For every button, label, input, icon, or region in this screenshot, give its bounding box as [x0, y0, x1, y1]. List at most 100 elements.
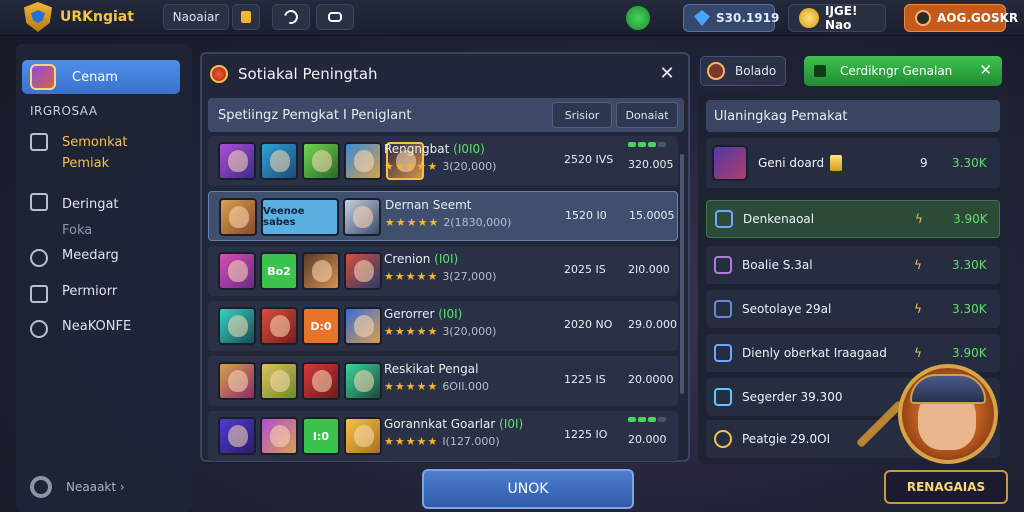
coin-icon [799, 8, 819, 28]
sort-button-1[interactable]: Srisior [552, 102, 612, 128]
team-name: Rengngbat (I0I0) [384, 142, 485, 156]
gem-icon [694, 10, 710, 26]
sidebar-item-2[interactable]: Deringat Foka [30, 192, 119, 244]
rewards-header: Ulaningkag Pemakat [706, 100, 1000, 132]
hero-portrait [344, 307, 382, 345]
hero-lineup: Veenoe sabes [219, 198, 381, 236]
rank-icon [915, 10, 931, 26]
bookmark-icon [241, 11, 251, 23]
team-rating: ★★★★★ 3(27,000) [384, 270, 497, 283]
sidebar-item-4[interactable]: Permiorr [30, 284, 117, 303]
reward-value: 3.30K [952, 302, 987, 316]
hero-portrait [344, 142, 382, 180]
search-icon [30, 320, 48, 338]
close-icon[interactable]: ✕ [656, 62, 678, 84]
sidebar-item-1[interactable]: Semonkat Pemiak [30, 132, 127, 174]
reward-row[interactable]: Denkenaoal ϟ 3.90K [706, 200, 1000, 238]
team-rating: ★★★★★ 3(20,000) [384, 325, 497, 338]
gold-counter[interactable]: IJGE! Nao [788, 4, 886, 32]
reward-icon [715, 210, 733, 228]
team-rating: ★★★★★ I(127.000) [384, 435, 500, 448]
hero-portrait [218, 417, 256, 455]
reward-icon [714, 256, 732, 274]
reward-value: 3.90K [953, 212, 988, 226]
team-row[interactable]: Veenoe sabes Dernan Seemt ★★★★★ 2(1830,00… [208, 191, 678, 241]
shield-logo-icon [24, 2, 52, 32]
sidebar-section-title: IRGROSAA [30, 104, 98, 118]
team-row[interactable]: I:0 Gorannkat Goarlar (I0I) ★★★★★ I(127.0… [208, 411, 678, 461]
reward-row[interactable]: Seotolaye 29al ϟ 3.30K [706, 290, 1000, 328]
badge-icon [210, 65, 228, 83]
settings-button[interactable] [272, 4, 310, 30]
hero-portrait [344, 252, 382, 290]
hero-portrait [344, 362, 382, 400]
gems-value: S30.1919 [716, 11, 780, 25]
reward-value: 3.30K [952, 156, 987, 170]
sort-button-2[interactable]: Donaiat [616, 102, 678, 128]
list-icon [30, 285, 48, 303]
team-row[interactable]: Rengngbat (I0I0) ★★★★★ 3(20,000) 2520 IVS… [208, 136, 678, 186]
sidebar-item-3[interactable]: Meedarg [30, 248, 119, 267]
reward-value: 3.30K [952, 258, 987, 272]
chat-button[interactable] [316, 4, 354, 30]
sidebar-item-sublabel: Foka [62, 223, 93, 238]
tab-bolado[interactable]: Bolado [700, 56, 786, 86]
reward-row[interactable]: Geni doard 9 3.30K [706, 138, 1000, 188]
team-rating: ★★★★★ 3(20,000) [384, 160, 497, 173]
monitor-icon [30, 193, 48, 211]
hero-lineup: I:0 [218, 417, 382, 455]
flag-icon [814, 65, 826, 77]
sidebar-footer-link[interactable]: Neaaakt › [30, 476, 125, 498]
tab-challenge[interactable]: Cerdikngr Genalan ✕ [804, 56, 1002, 86]
hero-portrait [219, 198, 257, 236]
sidebar-item-label: Deringat [62, 197, 119, 212]
sidebar-item-label: Cenam [72, 69, 118, 85]
sidebar-item-profile[interactable]: Cenam [22, 60, 180, 94]
hero-portrait [344, 417, 382, 455]
sidebar-item-sublabel: Pemiak [62, 156, 110, 171]
reward-row[interactable]: Boalie S.3al ϟ 3.30K [706, 246, 1000, 284]
hero-tag: I:0 [302, 417, 340, 455]
reward-icon [714, 344, 732, 362]
hero-portrait [302, 362, 340, 400]
modal-header: Sotiakal Peningtah ✕ [202, 54, 688, 94]
hero-portrait [260, 307, 298, 345]
team-date: 2020 NO [564, 318, 613, 331]
team-value: 15.0005 [629, 209, 675, 222]
gold-bar-icon [830, 155, 843, 171]
team-row[interactable]: Reskikat Pengal ★★★★★ 6OII.000 1225 IS 20… [208, 356, 678, 406]
team-rating: ★★★★★ 2(1830,000) [385, 216, 512, 229]
bolt-icon: ϟ [915, 212, 923, 226]
gold-value: IJGE! Nao [825, 4, 858, 32]
top-bar: URKngiat Naoaiar S30.1919 IJGE! Nao AOG.… [0, 0, 1024, 36]
hero-portrait [218, 142, 256, 180]
list-scrollbar[interactable] [680, 154, 684, 394]
confirm-button[interactable]: UNOK [422, 469, 634, 509]
hero-portrait [302, 252, 340, 290]
hero-portrait-badge[interactable]: RENAGAIAS [855, 360, 1008, 510]
hero-portrait [302, 142, 340, 180]
settings-ring-icon [30, 476, 52, 498]
menu-button[interactable]: Naoaiar [163, 4, 229, 30]
gems-counter[interactable]: S30.1919 [683, 4, 779, 32]
sidebar-item-5[interactable]: NeaKONFE [30, 319, 131, 338]
strength-bars [628, 417, 666, 422]
team-value: 29.0.000 [628, 318, 677, 331]
team-value: 20.0000 [628, 373, 674, 386]
bolt-icon: ϟ [914, 258, 922, 272]
rank-value: AOG.GOSKR [937, 11, 1019, 25]
app-title: URKngiat [60, 9, 134, 25]
reward-label: Dienly oberkat Iraagaad [742, 346, 887, 360]
bookmark-button[interactable] [232, 4, 260, 30]
reward-label: Segerder 39.300 [742, 390, 843, 404]
close-icon[interactable]: ✕ [979, 61, 992, 79]
wrench-icon [281, 7, 301, 27]
team-name: Reskikat Pengal [384, 362, 479, 376]
avatar [712, 145, 748, 181]
rank-counter[interactable]: AOG.GOSKR [904, 4, 1018, 32]
team-row[interactable]: Bo2 Crenion (I0I) ★★★★★ 3(27,000) 2025 IS… [208, 246, 678, 296]
team-row[interactable]: D:0 Gerorrer (I0I) ★★★★★ 3(20,000) 2020 N… [208, 301, 678, 351]
sidebar-item-label: Meedarg [62, 248, 119, 263]
hero-lineup: Bo2 [218, 252, 382, 290]
sidebar: Cenam IRGROSAA Semonkat Pemiak Deringat … [16, 44, 192, 512]
